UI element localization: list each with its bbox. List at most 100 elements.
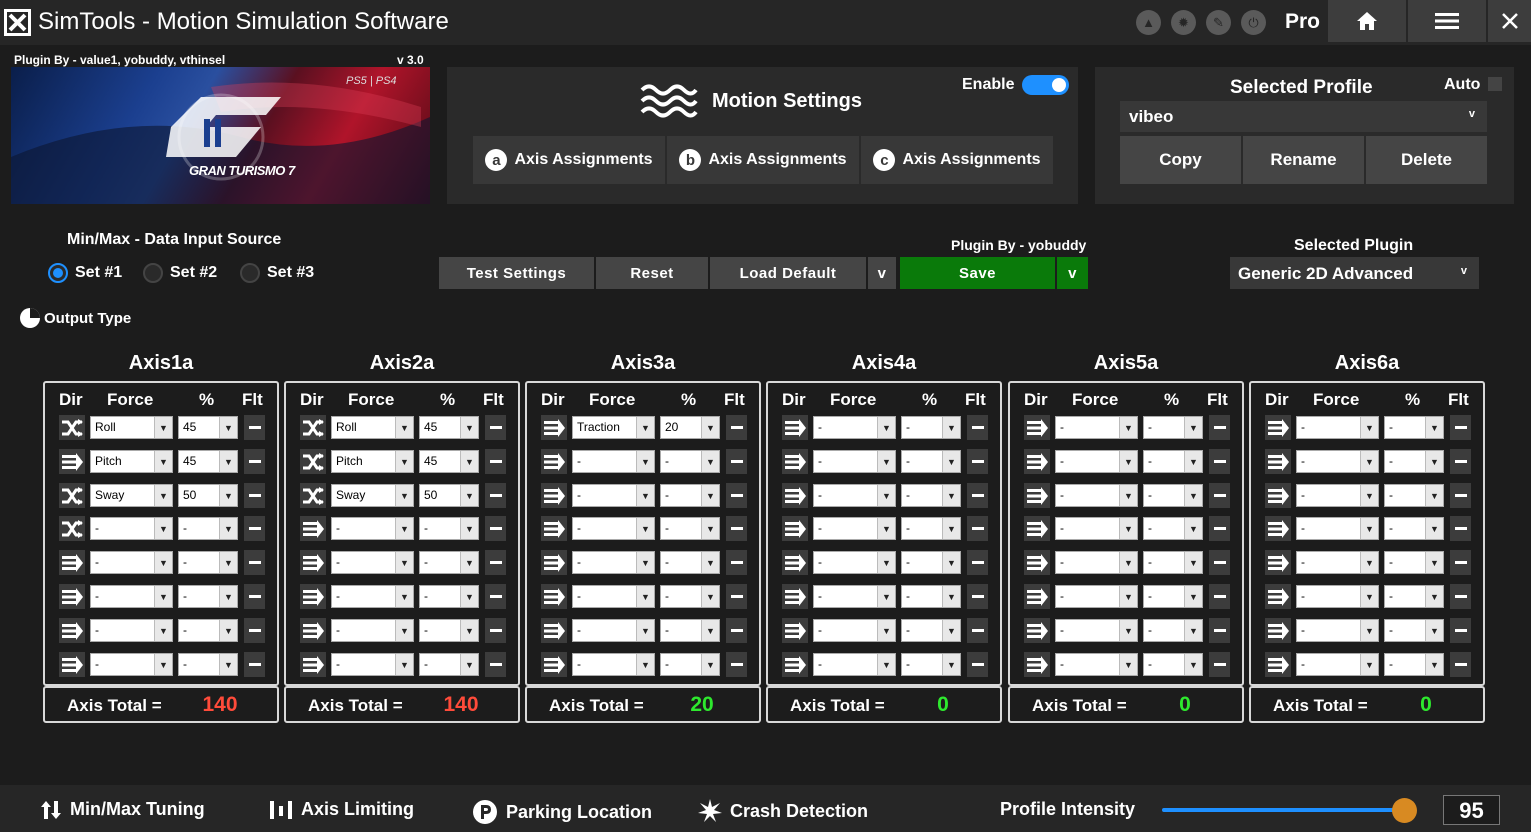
percent-select[interactable]: 45 ▼	[178, 416, 238, 439]
power-icon[interactable]: ⏻	[1241, 10, 1266, 35]
force-select[interactable]: - ▼	[813, 450, 896, 473]
direction-normal-button[interactable]	[1024, 550, 1050, 575]
filter-button[interactable]	[1450, 516, 1471, 541]
delete-button[interactable]: Delete	[1366, 136, 1487, 184]
percent-select[interactable]: - ▼	[1384, 653, 1444, 676]
percent-select[interactable]: - ▼	[1143, 551, 1203, 574]
axis-limiting-button[interactable]: Axis Limiting	[269, 799, 414, 820]
direction-normal-button[interactable]	[1265, 449, 1291, 474]
filter-button[interactable]	[726, 483, 747, 508]
edit-icon[interactable]: ✎	[1206, 10, 1231, 35]
close-button[interactable]	[1488, 0, 1531, 42]
percent-select[interactable]: - ▼	[1384, 450, 1444, 473]
direction-normal-button[interactable]	[1265, 483, 1291, 508]
force-select[interactable]: - ▼	[572, 450, 655, 473]
percent-select[interactable]: 50 ▼	[419, 484, 479, 507]
direction-normal-button[interactable]	[59, 550, 85, 575]
direction-normal-button[interactable]	[1024, 652, 1050, 677]
filter-button[interactable]	[244, 550, 265, 575]
percent-select[interactable]: - ▼	[901, 484, 961, 507]
force-select[interactable]: - ▼	[572, 484, 655, 507]
force-select[interactable]: - ▼	[90, 551, 173, 574]
direction-normal-button[interactable]	[300, 618, 326, 643]
percent-select[interactable]: - ▼	[1384, 416, 1444, 439]
direction-normal-button[interactable]	[1265, 618, 1291, 643]
force-select[interactable]: - ▼	[1296, 585, 1379, 608]
filter-button[interactable]	[485, 652, 506, 677]
percent-select[interactable]: - ▼	[1143, 585, 1203, 608]
filter-button[interactable]	[244, 483, 265, 508]
percent-select[interactable]: - ▼	[419, 517, 479, 540]
save-button[interactable]: Save	[900, 257, 1055, 289]
percent-select[interactable]: 45 ▼	[419, 450, 479, 473]
percent-select[interactable]: - ▼	[660, 450, 720, 473]
percent-select[interactable]: - ▼	[419, 551, 479, 574]
percent-select[interactable]: - ▼	[1384, 585, 1444, 608]
menu-button[interactable]	[1408, 0, 1486, 42]
force-select[interactable]: - ▼	[1296, 619, 1379, 642]
filter-button[interactable]	[244, 652, 265, 677]
force-select[interactable]: - ▼	[331, 551, 414, 574]
filter-button[interactable]	[1209, 483, 1230, 508]
force-select[interactable]: - ▼	[1296, 450, 1379, 473]
direction-reverse-button[interactable]	[59, 483, 85, 508]
force-select[interactable]: - ▼	[331, 653, 414, 676]
percent-select[interactable]: - ▼	[419, 619, 479, 642]
filter-button[interactable]	[967, 483, 988, 508]
percent-select[interactable]: - ▼	[1143, 416, 1203, 439]
direction-normal-button[interactable]	[300, 550, 326, 575]
tab-axis-assignments-a[interactable]: a Axis Assignments	[473, 136, 665, 184]
direction-normal-button[interactable]	[300, 652, 326, 677]
filter-button[interactable]	[1450, 652, 1471, 677]
filter-button[interactable]	[1209, 449, 1230, 474]
force-select[interactable]: - ▼	[1055, 484, 1138, 507]
direction-normal-button[interactable]	[1265, 584, 1291, 609]
filter-button[interactable]	[485, 483, 506, 508]
gear-badge-icon[interactable]: ✹	[1171, 10, 1196, 35]
filter-button[interactable]	[726, 415, 747, 440]
filter-button[interactable]	[1209, 652, 1230, 677]
percent-select[interactable]: - ▼	[660, 517, 720, 540]
save-dropdown[interactable]: v	[1057, 257, 1088, 289]
force-select[interactable]: - ▼	[572, 551, 655, 574]
percent-select[interactable]: - ▼	[178, 653, 238, 676]
direction-normal-button[interactable]	[541, 618, 567, 643]
direction-normal-button[interactable]	[541, 415, 567, 440]
force-select[interactable]: - ▼	[813, 619, 896, 642]
tab-axis-assignments-b[interactable]: b Axis Assignments	[667, 136, 859, 184]
profile-intensity-value[interactable]: 95	[1443, 795, 1500, 825]
direction-normal-button[interactable]	[782, 584, 808, 609]
percent-select[interactable]: 45 ▼	[178, 450, 238, 473]
force-select[interactable]: - ▼	[1055, 585, 1138, 608]
force-select[interactable]: Roll ▼	[90, 416, 173, 439]
filter-button[interactable]	[967, 550, 988, 575]
filter-button[interactable]	[485, 550, 506, 575]
direction-reverse-button[interactable]	[300, 483, 326, 508]
direction-normal-button[interactable]	[541, 652, 567, 677]
force-select[interactable]: - ▼	[1055, 653, 1138, 676]
percent-select[interactable]: 20 ▼	[660, 416, 720, 439]
filter-button[interactable]	[485, 415, 506, 440]
percent-select[interactable]: - ▼	[901, 416, 961, 439]
direction-normal-button[interactable]	[541, 584, 567, 609]
filter-button[interactable]	[726, 516, 747, 541]
rename-button[interactable]: Rename	[1243, 136, 1364, 184]
filter-button[interactable]	[1450, 415, 1471, 440]
direction-normal-button[interactable]	[1024, 415, 1050, 440]
upload-icon[interactable]: ▲	[1136, 10, 1161, 35]
direction-normal-button[interactable]	[782, 415, 808, 440]
percent-select[interactable]: - ▼	[178, 551, 238, 574]
force-select[interactable]: - ▼	[813, 551, 896, 574]
percent-select[interactable]: - ▼	[660, 653, 720, 676]
crash-detection-button[interactable]: Crash Detection	[698, 799, 868, 823]
percent-select[interactable]: - ▼	[660, 619, 720, 642]
percent-select[interactable]: - ▼	[1143, 484, 1203, 507]
percent-select[interactable]: - ▼	[1384, 517, 1444, 540]
direction-reverse-button[interactable]	[59, 516, 85, 541]
filter-button[interactable]	[485, 584, 506, 609]
filter-button[interactable]	[1209, 415, 1230, 440]
force-select[interactable]: - ▼	[1296, 484, 1379, 507]
force-select[interactable]: Traction ▼	[572, 416, 655, 439]
filter-button[interactable]	[1450, 584, 1471, 609]
force-select[interactable]: - ▼	[572, 517, 655, 540]
